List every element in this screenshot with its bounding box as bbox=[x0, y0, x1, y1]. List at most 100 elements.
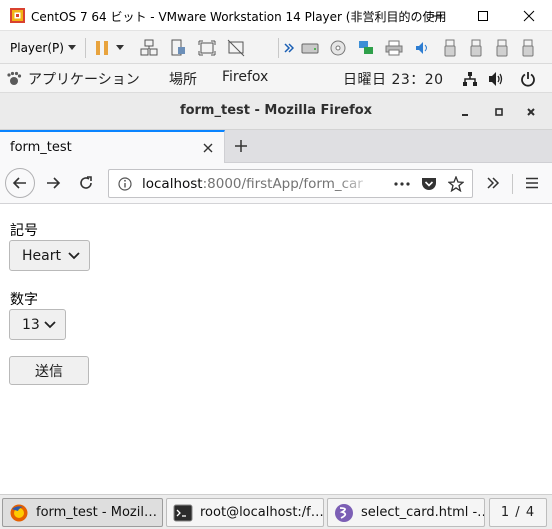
unity-button[interactable] bbox=[168, 38, 188, 58]
pause-dropdown-button[interactable] bbox=[114, 38, 126, 58]
new-tab-button[interactable] bbox=[230, 135, 252, 157]
network-adapter-device[interactable] bbox=[356, 38, 376, 58]
usb-icon bbox=[444, 39, 456, 57]
pocket-button[interactable] bbox=[420, 175, 438, 193]
pause-icon bbox=[96, 41, 108, 55]
tab-title: form_test bbox=[10, 140, 72, 155]
forward-button[interactable] bbox=[38, 168, 68, 198]
usb-icon bbox=[496, 39, 508, 57]
dropdown-icon bbox=[116, 45, 124, 50]
forward-arrow-icon bbox=[47, 177, 61, 189]
usb-device-1[interactable] bbox=[440, 38, 460, 58]
number-select-value: 13 bbox=[22, 316, 40, 333]
applications-menu[interactable]: アプリケーション bbox=[6, 69, 140, 89]
firefox-icon bbox=[8, 502, 30, 524]
usb-device-3[interactable] bbox=[492, 38, 512, 58]
taskbar-item-label: select_card.html -… bbox=[361, 505, 484, 520]
usb-icon bbox=[522, 39, 534, 57]
taskbar-item-terminal[interactable]: root@localhost:/f… bbox=[166, 498, 324, 527]
url-bar[interactable]: localhost:8000/firstApp/form_car bbox=[108, 169, 473, 198]
chevron-down-icon bbox=[67, 44, 76, 50]
pause-button[interactable] bbox=[92, 38, 112, 58]
overflow-menu-button[interactable] bbox=[478, 168, 508, 198]
player-menu-label: Player(P) bbox=[10, 40, 64, 55]
toolbar-divider bbox=[278, 38, 279, 58]
emacs-icon bbox=[333, 502, 355, 524]
usb-device-2[interactable] bbox=[466, 38, 486, 58]
navigation-toolbar: localhost:8000/firstApp/form_car bbox=[0, 163, 552, 204]
app-menu-firefox[interactable]: Firefox bbox=[222, 69, 268, 85]
terminal-icon bbox=[172, 502, 194, 524]
tab-strip: form_test bbox=[0, 130, 552, 163]
toolbar-divider bbox=[85, 38, 86, 58]
send-ctrl-alt-del-icon bbox=[140, 39, 158, 56]
back-button[interactable] bbox=[5, 168, 35, 198]
taskbar-item-emacs[interactable]: select_card.html -… bbox=[327, 498, 485, 527]
gnome-foot-icon bbox=[7, 71, 22, 85]
plus-icon bbox=[235, 140, 247, 152]
vm-close-button[interactable] bbox=[506, 0, 552, 31]
taskbar: form_test - Mozil… root@localhost:/f… se… bbox=[0, 494, 552, 529]
page-content: 記号 Heart 数字 13 送信 bbox=[0, 204, 552, 494]
usb-device-4[interactable] bbox=[518, 38, 538, 58]
firefox-title-bar: form_test - Mozilla Firefox bbox=[0, 93, 552, 130]
no-network-icon bbox=[227, 39, 245, 57]
minimize-icon bbox=[462, 114, 468, 116]
sound-device[interactable] bbox=[412, 38, 432, 58]
chevron-double-right-icon bbox=[487, 177, 500, 189]
printer-device[interactable] bbox=[384, 38, 404, 58]
vm-minimize-button[interactable] bbox=[414, 0, 460, 31]
site-info-button[interactable] bbox=[117, 176, 133, 192]
volume-status[interactable] bbox=[486, 69, 506, 89]
chevron-down-icon bbox=[44, 321, 56, 329]
send-ctrl-alt-del-button[interactable] bbox=[139, 38, 159, 58]
number-label: 数字 bbox=[10, 292, 38, 308]
page-actions-button[interactable] bbox=[393, 175, 411, 193]
bookmark-star-button[interactable] bbox=[447, 175, 465, 193]
more-devices-button[interactable] bbox=[283, 38, 295, 58]
printer-icon bbox=[385, 40, 403, 56]
close-icon bbox=[527, 108, 535, 116]
network-status[interactable] bbox=[460, 69, 480, 89]
fullscreen-icon bbox=[198, 40, 216, 56]
ff-maximize-button[interactable] bbox=[490, 103, 508, 121]
cd-device[interactable] bbox=[328, 38, 348, 58]
ff-close-button[interactable] bbox=[522, 103, 540, 121]
tab-close-button[interactable] bbox=[199, 139, 217, 157]
player-menu[interactable]: Player(P) bbox=[6, 37, 80, 58]
vmware-window-title: CentOS 7 64 ビット - VMware Workstation 14 … bbox=[31, 10, 447, 24]
more-icon bbox=[284, 43, 294, 53]
hamburger-menu-button[interactable] bbox=[517, 168, 547, 198]
fullscreen-button[interactable] bbox=[197, 38, 217, 58]
url-host: localhost bbox=[142, 176, 203, 192]
reload-icon bbox=[80, 176, 92, 189]
maximize-icon bbox=[495, 108, 503, 116]
ff-minimize-button[interactable] bbox=[456, 103, 474, 121]
tab-form-test[interactable]: form_test bbox=[0, 130, 225, 163]
network-wired-icon bbox=[463, 72, 477, 86]
clock[interactable]: 日曜日 23：20 bbox=[343, 69, 444, 89]
symbol-select[interactable]: Heart bbox=[9, 240, 90, 271]
taskbar-item-label: form_test - Mozil… bbox=[36, 505, 157, 520]
workspace-indicator[interactable]: 1 / 4 bbox=[489, 498, 547, 527]
reload-button[interactable] bbox=[71, 168, 101, 198]
no-network-button[interactable] bbox=[226, 38, 246, 58]
vmware-logo-icon bbox=[10, 8, 25, 23]
chevron-down-icon bbox=[68, 252, 80, 260]
close-icon bbox=[523, 10, 535, 21]
power-menu[interactable] bbox=[518, 69, 538, 89]
cd-icon bbox=[330, 40, 346, 56]
vm-maximize-button[interactable] bbox=[460, 0, 506, 31]
unity-icon bbox=[171, 39, 185, 56]
places-menu[interactable]: 場所 bbox=[169, 69, 197, 89]
hard-disk-device[interactable] bbox=[300, 38, 320, 58]
symbol-select-value: Heart bbox=[22, 247, 61, 264]
vmware-title-bar: CentOS 7 64 ビット - VMware Workstation 14 … bbox=[0, 0, 552, 31]
submit-button[interactable]: 送信 bbox=[9, 356, 89, 385]
network-adapter-icon bbox=[359, 41, 373, 54]
volume-icon bbox=[489, 72, 503, 86]
number-select[interactable]: 13 bbox=[9, 309, 66, 340]
taskbar-item-firefox[interactable]: form_test - Mozil… bbox=[2, 498, 163, 527]
url-fade bbox=[337, 170, 377, 197]
applications-label: アプリケーション bbox=[28, 72, 140, 88]
